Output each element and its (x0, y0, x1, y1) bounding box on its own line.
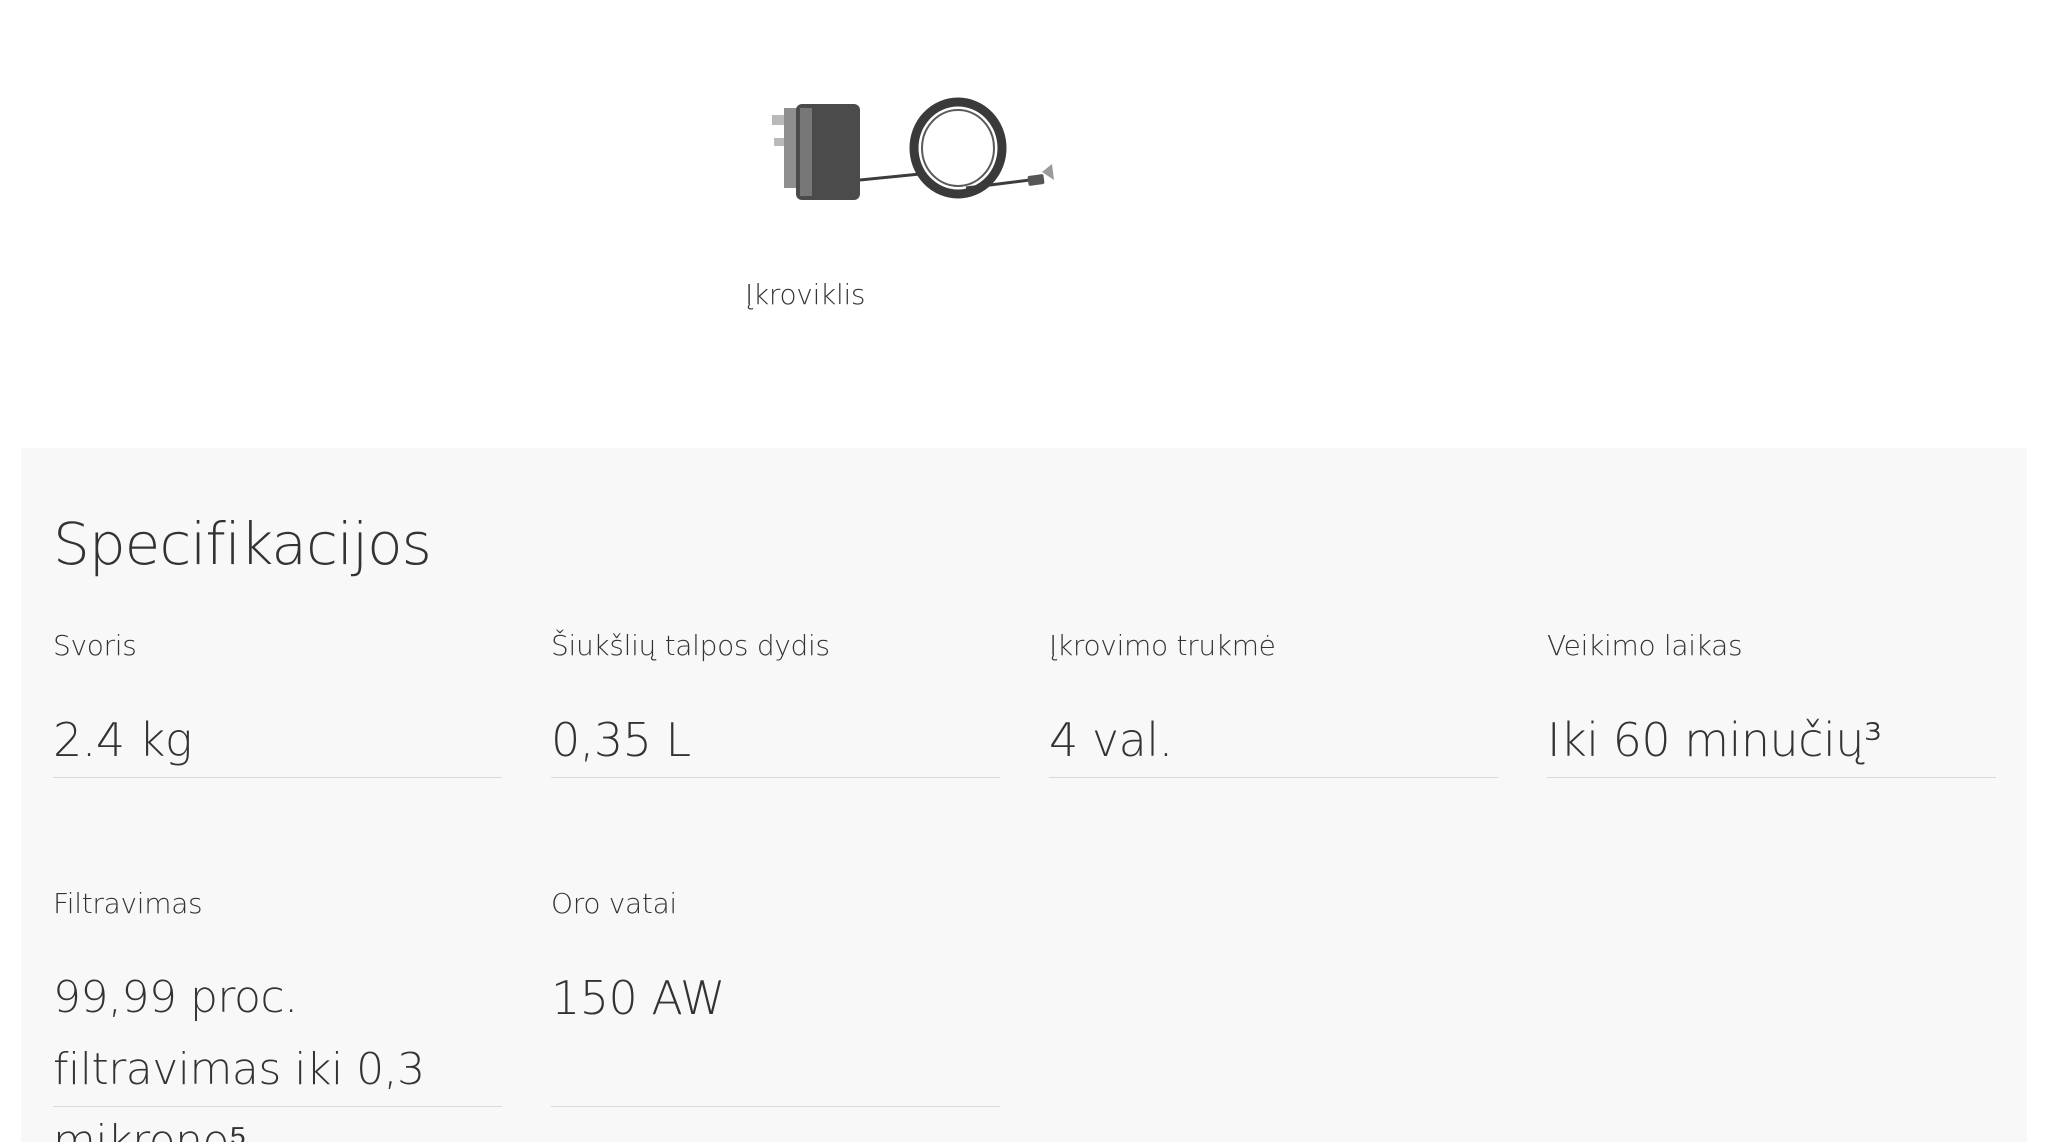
spec-value: 99,99 proc. filtravimas iki 0,3 mikrono⁵ (53, 972, 425, 1142)
spec-filtration: Filtravimas 99,99 proc. filtravimas iki … (53, 884, 502, 1142)
spec-label: Veikimo laikas (1547, 629, 1743, 662)
spec-air-watts: Oro vatai 150 AW (551, 884, 1000, 1107)
spec-label: Filtravimas (53, 887, 203, 920)
spec-value: 2.4 kg (53, 713, 193, 767)
specifications-title: Specifikacijos (53, 510, 432, 578)
spec-value: Iki 60 minučių³ (1547, 713, 1882, 767)
spec-charge-time: Įkrovimo trukmė 4 val. (1049, 626, 1498, 778)
specifications-panel: Specifikacijos Svoris 2.4 kg Šiukšlių ta… (21, 448, 2027, 1142)
spec-weight: Svoris 2.4 kg (53, 626, 502, 778)
spec-value: 0,35 L (551, 713, 691, 767)
spec-label: Svoris (53, 629, 137, 662)
accessory-charger: Įkroviklis (700, 60, 1060, 330)
spec-label: Oro vatai (551, 887, 677, 920)
spec-run-time: Veikimo laikas Iki 60 minučių³ (1547, 626, 1996, 778)
spec-value: 150 AW (551, 971, 725, 1025)
spec-bin-volume: Šiukšlių talpos dydis 0,35 L (551, 626, 1000, 778)
spec-label: Šiukšlių talpos dydis (551, 629, 830, 662)
accessory-label: Įkroviklis (745, 278, 866, 311)
spec-value: 4 val. (1049, 713, 1173, 767)
page: Įkroviklis Specifikacijos Svoris 2.4 kg … (0, 0, 2048, 1142)
spec-label: Įkrovimo trukmė (1049, 629, 1276, 662)
charger-icon (772, 97, 1054, 200)
